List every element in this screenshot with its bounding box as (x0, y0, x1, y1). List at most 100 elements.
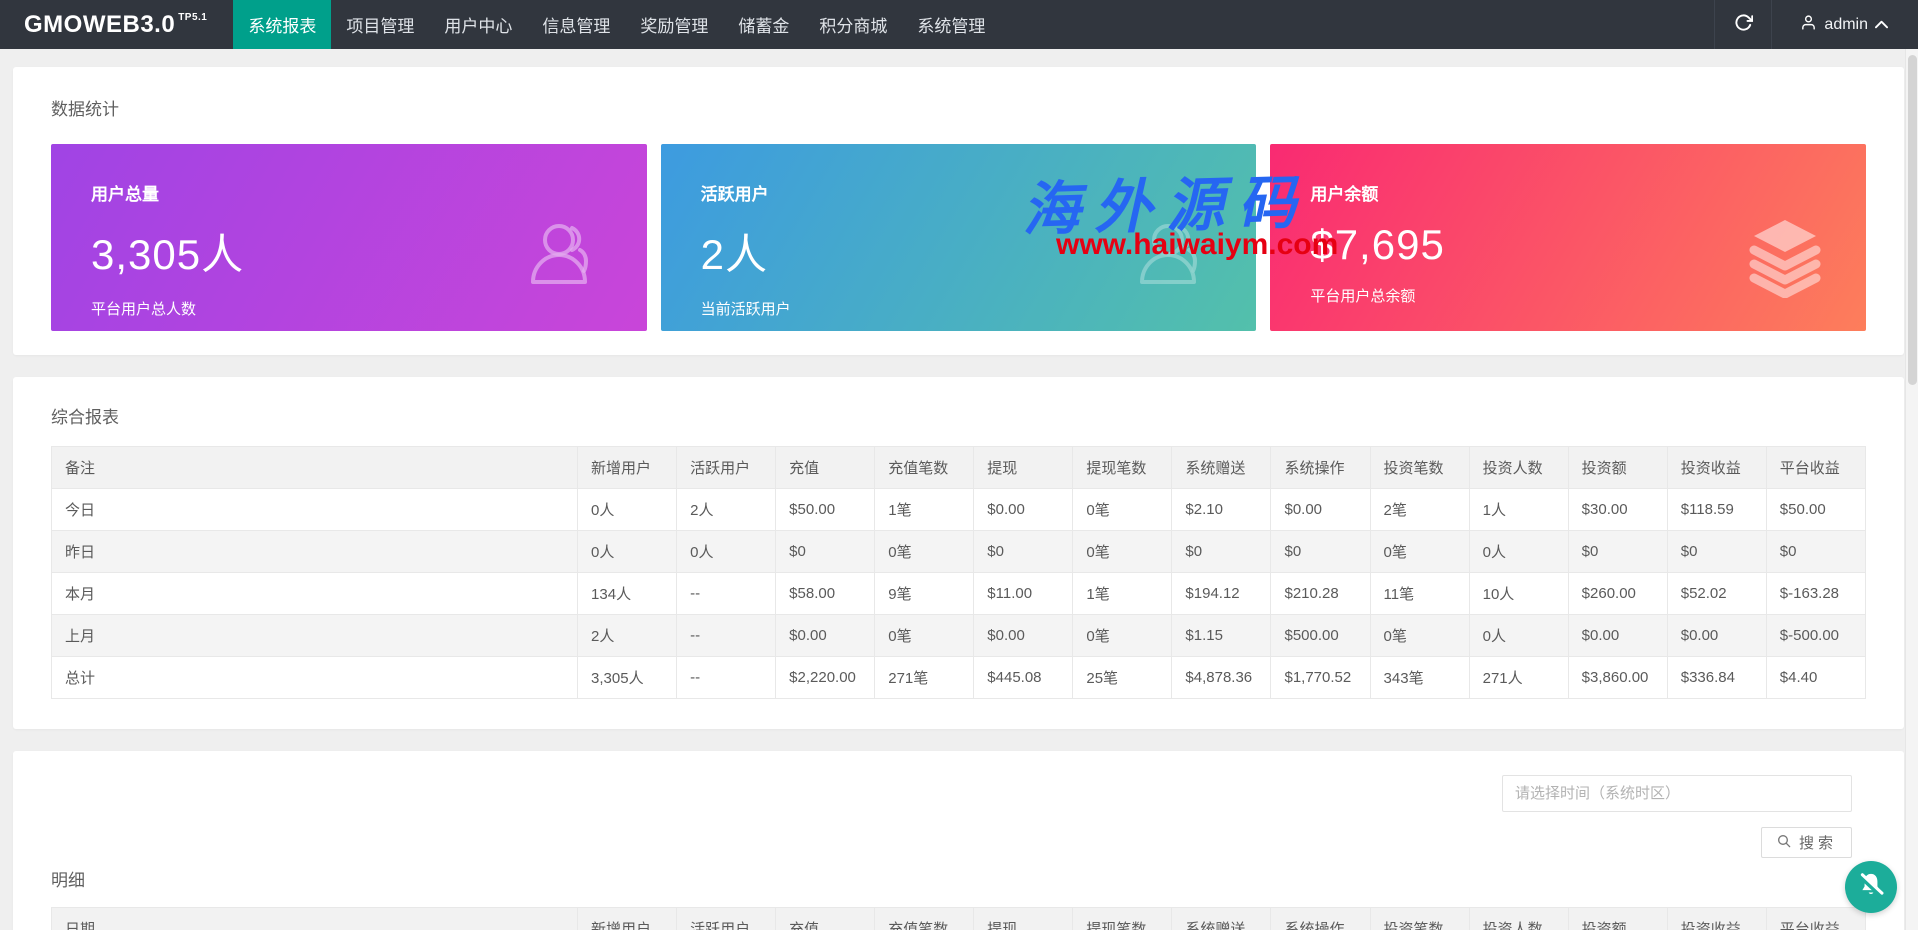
column-header: 活跃用户 (677, 447, 776, 489)
user-menu[interactable]: admin (1772, 0, 1918, 49)
table-cell: 0笔 (1073, 615, 1172, 657)
table-cell: 0笔 (1370, 531, 1469, 573)
table-cell: 9笔 (875, 573, 974, 615)
notification-mute-fab[interactable] (1845, 861, 1897, 913)
username: admin (1824, 16, 1868, 34)
table-cell: $11.00 (974, 573, 1073, 615)
main-content: 数据统计 用户总量 3,305人 平台用户总人数 (0, 49, 1918, 930)
vertical-scrollbar[interactable] (1905, 49, 1918, 930)
table-row: 本月134人--$58.009笔$11.001笔$194.12$210.2811… (52, 573, 1866, 615)
table-cell: $0.00 (1568, 615, 1667, 657)
table-cell: -- (677, 615, 776, 657)
column-header: 系统操作 (1271, 447, 1370, 489)
column-header: 投资额 (1568, 447, 1667, 489)
refresh-button[interactable] (1714, 0, 1772, 49)
table-cell: 11笔 (1370, 573, 1469, 615)
table-cell: 271人 (1469, 657, 1568, 699)
nav-item-points-mall[interactable]: 积分商城 (804, 0, 902, 49)
table-cell: 10人 (1469, 573, 1568, 615)
search-button-label: 搜索 (1799, 832, 1837, 853)
stat-card-active-users: 活跃用户 2人 当前活跃用户 (661, 144, 1257, 331)
table-cell: $1.15 (1172, 615, 1271, 657)
search-button[interactable]: 搜索 (1761, 827, 1852, 858)
column-header: 投资笔数 (1370, 908, 1469, 930)
scrollbar-thumb[interactable] (1908, 55, 1917, 385)
stat-sublabel: 平台用户总人数 (91, 298, 647, 319)
nav-item-info-management[interactable]: 信息管理 (527, 0, 625, 49)
top-navbar: GMOWEB3.0TP5.1 系统报表 项目管理 用户中心 信息管理 奖励管理 … (0, 0, 1918, 49)
column-header: 投资收益 (1667, 447, 1766, 489)
table-cell: 25笔 (1073, 657, 1172, 699)
refresh-icon (1734, 13, 1753, 37)
table-cell: $0 (974, 531, 1073, 573)
table-cell: -- (677, 573, 776, 615)
column-header: 系统赠送 (1172, 908, 1271, 930)
table-cell: 本月 (52, 573, 578, 615)
table-cell: 0笔 (1370, 615, 1469, 657)
column-header: 提现笔数 (1073, 447, 1172, 489)
table-cell: 1人 (1469, 489, 1568, 531)
table-cell: 0人 (578, 489, 677, 531)
nav-item-project-management[interactable]: 项目管理 (331, 0, 429, 49)
app-logo: GMOWEB3.0TP5.1 (0, 0, 233, 49)
report-table: 备注新增用户活跃用户充值充值笔数提现提现笔数系统赠送系统操作投资笔数投资人数投资… (51, 446, 1866, 699)
table-cell: $336.84 (1667, 657, 1766, 699)
table-cell: $52.02 (1667, 573, 1766, 615)
page: GMOWEB3.0TP5.1 系统报表 项目管理 用户中心 信息管理 奖励管理 … (0, 0, 1918, 930)
table-cell: 上月 (52, 615, 578, 657)
main-menu: 系统报表 项目管理 用户中心 信息管理 奖励管理 储蓄金 积分商城 系统管理 (233, 0, 1000, 49)
nav-item-system-reports[interactable]: 系统报表 (233, 0, 331, 49)
table-cell: $58.00 (776, 573, 875, 615)
users-icon (1134, 216, 1216, 298)
table-cell: $0.00 (974, 489, 1073, 531)
column-header: 平台收益 (1766, 908, 1865, 930)
column-header: 充值 (776, 908, 875, 930)
detail-panel: 搜索 明细 日期新增用户活跃用户充值充值笔数提现提现笔数系统赠送系统操作投资笔数… (13, 751, 1904, 930)
logo-text: GMOWEB3.0 (24, 11, 175, 39)
navbar-right: admin (1714, 0, 1918, 49)
table-cell: $2,220.00 (776, 657, 875, 699)
table-cell: $30.00 (1568, 489, 1667, 531)
table-header-row: 日期新增用户活跃用户充值充值笔数提现提现笔数系统赠送系统操作投资笔数投资人数投资… (52, 908, 1866, 930)
table-cell: 0笔 (875, 531, 974, 573)
table-cell: $4,878.36 (1172, 657, 1271, 699)
table-cell: $0 (1766, 531, 1865, 573)
time-range-input[interactable] (1502, 775, 1852, 812)
table-row: 昨日0人0人$00笔$00笔$0$00笔0人$0$0$0 (52, 531, 1866, 573)
report-section-title: 综合报表 (51, 403, 1866, 428)
column-header: 充值 (776, 447, 875, 489)
nav-item-user-center[interactable]: 用户中心 (429, 0, 527, 49)
column-header: 提现 (974, 908, 1073, 930)
column-header: 日期 (52, 908, 578, 930)
nav-item-system-management[interactable]: 系统管理 (902, 0, 1000, 49)
detail-table: 日期新增用户活跃用户充值充值笔数提现提现笔数系统赠送系统操作投资笔数投资人数投资… (51, 907, 1866, 930)
table-cell: 0笔 (1073, 531, 1172, 573)
table-row: 总计3,305人--$2,220.00271笔$445.0825笔$4,878.… (52, 657, 1866, 699)
column-header: 备注 (52, 447, 578, 489)
nav-item-reward-management[interactable]: 奖励管理 (625, 0, 723, 49)
table-cell: $1,770.52 (1271, 657, 1370, 699)
column-header: 系统赠送 (1172, 447, 1271, 489)
table-cell: 0人 (1469, 615, 1568, 657)
table-cell: $2.10 (1172, 489, 1271, 531)
column-header: 新增用户 (578, 447, 677, 489)
stat-label: 用户总量 (91, 180, 647, 205)
table-cell: 343笔 (1370, 657, 1469, 699)
table-cell: 今日 (52, 489, 578, 531)
table-cell: $0 (1667, 531, 1766, 573)
nav-item-savings[interactable]: 储蓄金 (723, 0, 804, 49)
table-cell: $3,860.00 (1568, 657, 1667, 699)
table-cell: $0 (1172, 531, 1271, 573)
table-cell: 1笔 (875, 489, 974, 531)
column-header: 投资人数 (1469, 908, 1568, 930)
table-cell: 昨日 (52, 531, 578, 573)
table-cell: $0.00 (1667, 615, 1766, 657)
table-cell: $194.12 (1172, 573, 1271, 615)
stat-cards: 用户总量 3,305人 平台用户总人数 活跃用户 2人 (51, 144, 1866, 331)
column-header: 充值笔数 (875, 908, 974, 930)
table-cell: 134人 (578, 573, 677, 615)
table-cell: $0 (1568, 531, 1667, 573)
table-cell: 271笔 (875, 657, 974, 699)
column-header: 投资人数 (1469, 447, 1568, 489)
table-row: 上月2人--$0.000笔$0.000笔$1.15$500.000笔0人$0.0… (52, 615, 1866, 657)
